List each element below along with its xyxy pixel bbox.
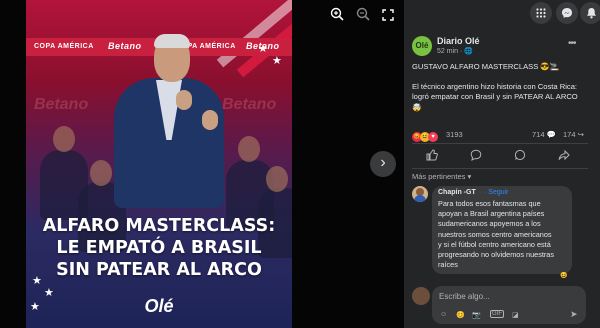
- commenter-avatar[interactable]: [412, 186, 428, 202]
- more-options-icon[interactable]: •••: [568, 38, 576, 49]
- fullscreen-icon[interactable]: [378, 6, 398, 26]
- whatsapp-icon: [514, 149, 526, 161]
- share-button[interactable]: [556, 149, 572, 165]
- chevron-down-icon: ▾: [467, 172, 472, 181]
- next-photo-button[interactable]: ›: [370, 151, 396, 177]
- comment-text: Para todos esos fantasmas que apoyan a B…: [438, 199, 555, 270]
- reaction-icons[interactable]: 😡😆 ♥: [412, 128, 438, 142]
- post-body-line: 🤯: [412, 103, 422, 112]
- comment-input[interactable]: Escribe algo...: [439, 292, 490, 301]
- send-icon[interactable]: ➤: [570, 309, 578, 320]
- avatar-sticker-icon[interactable]: ☺: [440, 311, 447, 318]
- post-title: GUSTAVO ALFARO MASTERCLASS 😎🚬: [412, 62, 560, 71]
- comment-reaction-icon[interactable]: 😆: [560, 272, 567, 279]
- share-icon: [558, 149, 570, 161]
- share-count[interactable]: 174 ↪: [563, 130, 584, 139]
- like-icon: [426, 149, 438, 161]
- post-body-line: El técnico argentino hizo historia con C…: [412, 82, 578, 91]
- share-arrow-icon: ↪: [577, 130, 584, 139]
- headline-line-1: ALFARO MASTERCLASS:: [42, 216, 276, 236]
- clapping-hand: [202, 110, 218, 130]
- post-photo[interactable]: COPA AMÉRICA Betano COPA AMÉRICA Betano …: [26, 0, 292, 328]
- current-user-avatar[interactable]: [412, 287, 430, 305]
- follow-link[interactable]: · Seguir: [484, 189, 509, 196]
- ole-logo: Olé: [144, 296, 174, 316]
- globe-icon: 🌐: [464, 48, 473, 55]
- like-button[interactable]: [424, 149, 440, 165]
- comment-icon: [470, 149, 482, 161]
- background-ad-text: Betano: [34, 96, 89, 113]
- notifications-bell-icon[interactable]: [580, 2, 600, 24]
- reaction-count[interactable]: 3193: [446, 130, 463, 139]
- apps-grid-icon[interactable]: [530, 2, 552, 24]
- comment-sort-dropdown[interactable]: Más pertinentes ▾: [412, 172, 471, 181]
- zoom-out-icon[interactable]: [353, 6, 373, 26]
- comment-count[interactable]: 714 💬: [532, 130, 556, 139]
- sticker-icon[interactable]: ◪: [512, 311, 519, 319]
- headline-line-3: SIN PATEAR AL ARCO: [56, 260, 262, 280]
- background-ad-text: Betano: [222, 96, 277, 113]
- clapping-hand: [176, 90, 192, 110]
- star-icon: ★: [258, 43, 268, 55]
- photo-viewer-page: COPA AMÉRICA Betano COPA AMÉRICA Betano …: [0, 0, 600, 328]
- post-timestamp[interactable]: 52 min · 🌐: [437, 47, 473, 55]
- star-icon: ★: [32, 275, 42, 287]
- photo-viewer: COPA AMÉRICA Betano COPA AMÉRICA Betano …: [0, 0, 404, 328]
- top-bar: [404, 0, 600, 26]
- gif-icon[interactable]: GIF: [490, 310, 504, 318]
- love-react-icon: ♥: [428, 131, 438, 142]
- zoom-in-icon[interactable]: [327, 6, 347, 26]
- messenger-icon[interactable]: [556, 2, 578, 24]
- star-icon: ★: [272, 55, 282, 67]
- comment-button[interactable]: [468, 149, 484, 165]
- page-avatar[interactable]: Olé: [412, 36, 432, 56]
- post-body-line: logró empatar con Brasil y sin PATEAR AL…: [412, 92, 578, 101]
- headline-line-2: LE EMPATÓ A BRASIL: [56, 238, 262, 258]
- divider: [412, 168, 588, 169]
- comment-author[interactable]: Chapín -GT: [438, 189, 476, 196]
- whatsapp-button[interactable]: [512, 149, 528, 165]
- comment-bubble-icon: 💬: [546, 130, 556, 139]
- divider: [412, 143, 588, 144]
- camera-icon[interactable]: 📷: [472, 311, 481, 319]
- emoji-icon[interactable]: 😊: [456, 311, 465, 319]
- page-name[interactable]: Diario Olé: [437, 36, 480, 46]
